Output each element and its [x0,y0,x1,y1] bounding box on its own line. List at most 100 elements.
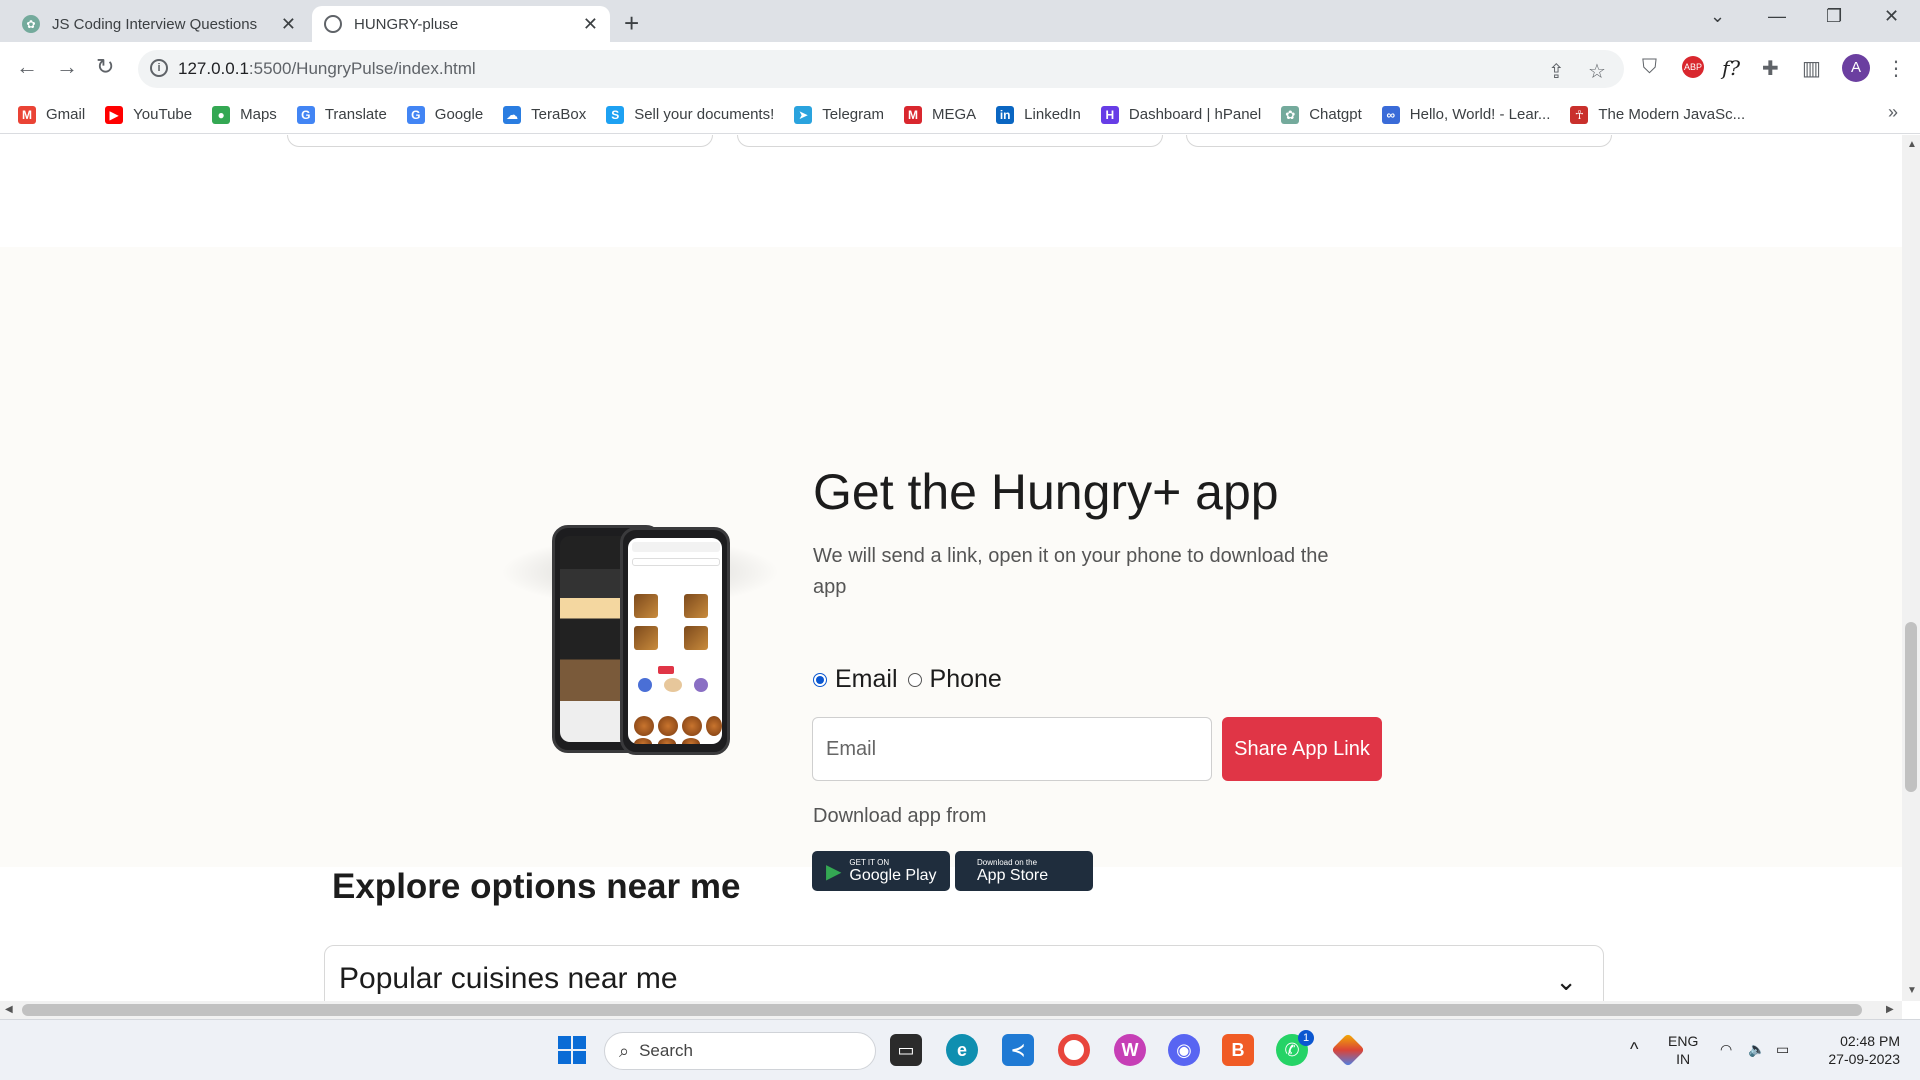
site-info-icon[interactable]: i [150,59,168,77]
youtube-icon: ▶ [105,105,124,124]
bookmark-label: TeraBox [531,106,587,123]
bookmark-item[interactable]: G Translate [296,105,387,124]
google-icon: G [406,105,425,124]
new-tab-button[interactable]: + [624,8,639,39]
chrome-icon[interactable] [1058,1034,1090,1066]
url-host: 127.0.0.1 [178,59,249,78]
vertical-scroll-thumb[interactable] [1905,622,1917,792]
chevron-down-icon[interactable]: ⌄ [1555,966,1577,997]
wifi-icon[interactable]: ◠ [1720,1040,1732,1058]
sell-docs-icon: S [606,105,625,124]
volume-icon[interactable]: 🔈 [1748,1040,1765,1058]
email-input[interactable] [812,717,1212,781]
vscode-icon[interactable]: ≺ [1002,1034,1034,1066]
horizontal-scrollbar[interactable]: ◀ ▶ [0,1001,1902,1019]
bookmark-item[interactable]: S Sell your documents! [606,105,774,124]
bookmark-item[interactable]: G Google [406,105,483,124]
google-play-button[interactable]: ▶ GET IT ON Google Play [812,851,950,891]
taskbar-search-label: Search [639,1041,693,1060]
bookmark-label: Maps [240,106,277,123]
card-bottom-edge [1186,135,1612,147]
back-icon[interactable]: ← [16,54,38,80]
bookmark-item[interactable]: M Gmail [18,105,86,124]
bookmark-star-icon[interactable]: ☆ [1588,59,1606,84]
clock[interactable]: 02:48 PM 27-09-2023 [1810,1032,1900,1068]
app-section-title: Get the Hungry+ app [813,464,1279,520]
windows-taskbar: ⌕ Search ▭ e ≺ W ◉ B ✆ 1 ^ ENG IN ◠ 🔈 ▭ … [0,1019,1920,1080]
scroll-up-icon[interactable]: ▲ [1907,139,1917,150]
reload-icon[interactable]: ↻ [96,54,114,80]
hostinger-icon: H [1100,105,1119,124]
bookmark-label: MEGA [931,106,977,123]
scroll-left-icon[interactable]: ◀ [5,1004,13,1015]
battery-icon[interactable]: ▭ [1776,1040,1789,1058]
brave-icon[interactable]: B [1222,1034,1254,1066]
window-close-icon[interactable]: ✕ [1884,6,1899,27]
bookmark-label: LinkedIn [1024,106,1081,123]
chatgpt-icon: ✿ [1281,105,1300,124]
task-view-icon[interactable]: ▭ [890,1034,922,1066]
restore-icon[interactable]: ❐ [1826,6,1842,27]
bookmark-item[interactable]: H Dashboard | hPanel [1100,105,1262,124]
bookmark-label: Gmail [46,106,86,123]
javascript-info-icon: ☥ [1570,105,1589,124]
email-radio-label[interactable]: Email [835,665,898,694]
discord-icon[interactable]: ◉ [1168,1034,1200,1066]
formula-extension-icon[interactable]: f? [1722,56,1740,80]
close-tab-icon[interactable]: ✕ [583,14,598,35]
taskbar-search[interactable]: ⌕ Search [604,1032,876,1070]
extension-shield-icon[interactable]: ⛉ [1642,56,1657,79]
share-app-link-button[interactable]: Share App Link [1222,717,1382,781]
forward-icon[interactable]: → [56,54,78,80]
share-icon[interactable]: ⇪ [1548,59,1565,84]
maps-icon: ● [212,105,231,124]
vertical-scrollbar[interactable]: ▲ ▼ [1902,135,1920,1001]
phone-radio[interactable] [907,672,922,687]
extensions-puzzle-icon[interactable]: ✚ [1762,56,1779,81]
browser-toolbar: ← → ↻ i 127.0.0.1:5500/HungryPulse/index… [0,42,1920,96]
bookmark-item[interactable]: ☁ TeraBox [503,105,587,124]
show-hidden-icons-chevron-icon[interactable]: ^ [1630,1040,1638,1058]
tab-search-chevron-icon[interactable]: ⌄ [1710,6,1725,27]
address-bar[interactable]: i 127.0.0.1:5500/HungryPulse/index.html … [138,50,1624,88]
scroll-right-icon[interactable]: ▶ [1886,1004,1894,1015]
edge-icon[interactable]: e [946,1034,978,1066]
tab-hungry-pluse[interactable]: HUNGRY-pluse ✕ [312,6,610,42]
bookmark-item[interactable]: ☥ The Modern JavaSc... [1570,105,1745,124]
close-tab-icon[interactable]: ✕ [281,14,296,35]
phone-radio-label[interactable]: Phone [930,665,1002,694]
bookmark-item[interactable]: ∞ Hello, World! - Lear... [1381,105,1550,124]
popular-cuisines-accordion[interactable]: Popular cuisines near me ⌄ [324,945,1604,1001]
clock-time: 02:48 PM [1840,1033,1900,1049]
bookmark-label: Dashboard | hPanel [1128,106,1262,123]
explore-section-title: Explore options near me [332,867,741,906]
region-code: IN [1676,1051,1691,1067]
app-store-button[interactable]: Download on the App Store [955,851,1093,891]
menu-kebab-icon[interactable]: ⋮ [1886,56,1906,81]
bookmark-item[interactable]: M MEGA [903,105,977,124]
adblock-icon[interactable]: ABP [1682,56,1704,78]
wps-icon[interactable]: W [1114,1034,1146,1066]
bookmark-item[interactable]: ● Maps [212,105,277,124]
bookmark-label: Chatgpt [1309,106,1362,123]
profile-avatar[interactable]: A [1842,54,1870,82]
tab-js-questions[interactable]: ✿ JS Coding Interview Questions ✕ [10,6,308,42]
scroll-down-icon[interactable]: ▼ [1907,985,1917,996]
app-section-subtitle: We will send a link, open it on your pho… [813,545,1329,598]
bookmark-label: Translate [324,106,387,123]
bookmark-item[interactable]: ➤ Telegram [794,105,884,124]
card-bottom-edge [737,135,1163,147]
minimize-icon[interactable]: — [1768,6,1786,27]
windows-start-icon[interactable] [556,1034,588,1066]
horizontal-scroll-thumb[interactable] [22,1004,1862,1016]
get-app-section: Get the Hungry+ app We will send a link,… [0,247,1902,891]
google-apps-icon[interactable] [1331,1033,1365,1067]
bookmark-item[interactable]: ✿ Chatgpt [1281,105,1362,124]
side-panel-icon[interactable]: ▥ [1802,56,1821,81]
language-indicator[interactable]: ENG IN [1668,1032,1698,1068]
email-radio[interactable] [813,672,827,687]
bookmark-item[interactable]: ▶ YouTube [105,105,192,124]
bookmark-item[interactable]: in LinkedIn [996,105,1081,124]
contact-type-radio-group: Email Phone [813,665,1002,694]
bookmarks-overflow-icon[interactable]: » [1888,102,1898,123]
